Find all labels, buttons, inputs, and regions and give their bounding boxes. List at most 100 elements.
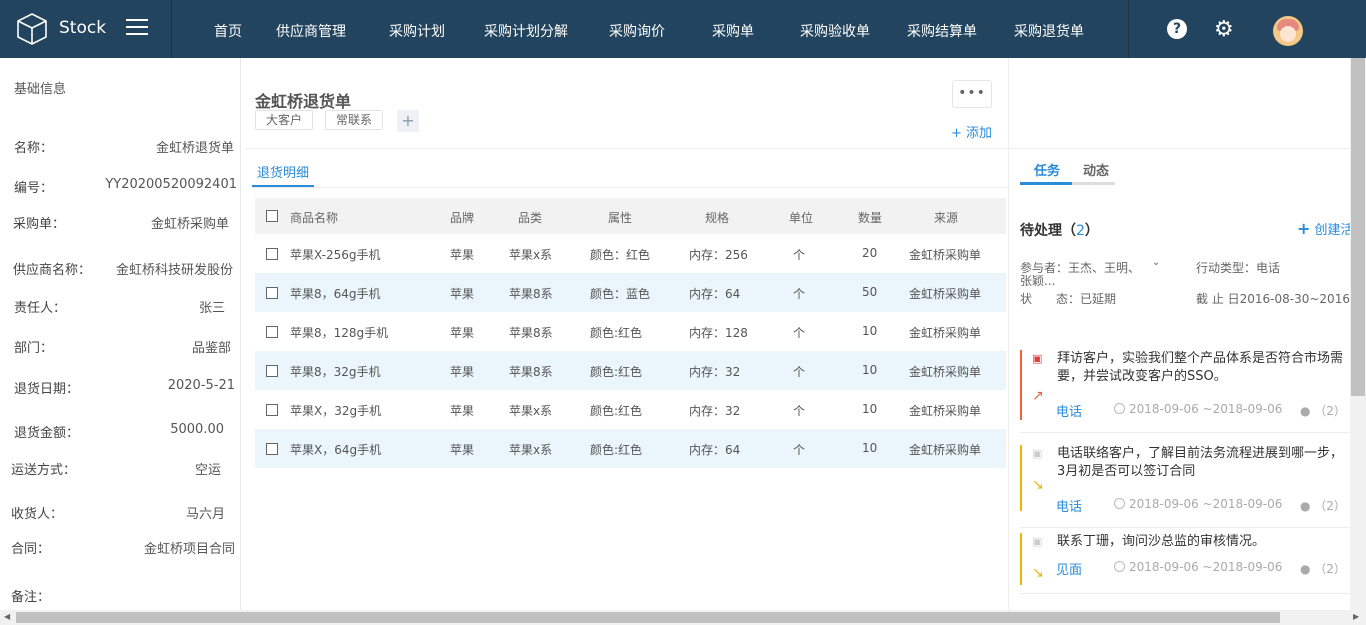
cell-unit: 个 [793, 443, 806, 457]
nav-item-plan-split[interactable]: 采购计划分解 [484, 21, 568, 41]
vertical-scrollbar[interactable] [1350, 58, 1366, 610]
cell-category: 苹果8系 [509, 326, 553, 340]
cell-category: 苹果x系 [509, 443, 553, 457]
add-link[interactable]: + 添加 [951, 122, 992, 141]
avatar[interactable] [1273, 16, 1303, 46]
field-label-shipping: 运送方式： [11, 463, 77, 478]
task-time: 2018-09-06 ~2018-09-06 [1114, 497, 1282, 511]
row-checkbox[interactable] [266, 365, 278, 377]
cell-spec: 内存：256 [689, 248, 748, 262]
tab-activity-underline [1072, 182, 1115, 185]
field-label-remark: 备注： [11, 590, 51, 605]
table-row[interactable]: 苹果X-256g手机 苹果 苹果x系 颜色：红色 内存：256 个 20 金虹桥采购单 [255, 234, 1006, 273]
task-card[interactable]: ▣ ↘ 电话联络客户，了解目前法务流程进展到哪一步，3月初是否可以签订合同电话 201… [1020, 445, 1351, 545]
tab-divider [252, 187, 1008, 188]
task-priority-bar [1020, 533, 1022, 585]
cell-qty: 10 [862, 363, 878, 377]
clock-icon [1114, 403, 1125, 414]
comment-icon: ● [1300, 499, 1315, 513]
task-priority-bar [1020, 350, 1022, 420]
task-type[interactable]: 电话 [1056, 496, 1082, 515]
cell-spec: 内存：64 [689, 443, 741, 457]
field-label-department: 部门： [14, 341, 54, 356]
nav-item-home[interactable]: 首页 [214, 21, 242, 41]
nav-item-plan[interactable]: 采购计划 [389, 21, 445, 41]
cell-unit: 个 [793, 326, 806, 340]
field-label-amount: 退货金额： [14, 426, 80, 441]
cube-logo-icon [17, 13, 47, 45]
comment-icon: ● [1300, 562, 1315, 576]
hamburger-menu-icon[interactable] [126, 19, 148, 37]
cell-source: 金虹桥采购单 [909, 365, 982, 379]
scroll-right-icon[interactable]: ▶ [1353, 612, 1359, 621]
task-time: 2018-09-06 ~2018-09-06 [1114, 560, 1282, 574]
tab-activity[interactable]: 动态 [1083, 160, 1109, 179]
pending-label: 待处理（ [1020, 223, 1076, 239]
nav-item-settlement[interactable]: 采购结算单 [907, 21, 977, 41]
deadline: 截 止 日2016-08-30~2016-0 [1196, 292, 1362, 306]
tab-return-detail[interactable]: 退货明细 [257, 162, 309, 181]
task-text: 电话联络客户，了解目前法务流程进展到哪一步，3月初是否可以签订合同 [1057, 446, 1344, 479]
row-checkbox[interactable] [266, 287, 278, 299]
task-comments[interactable]: ● （2） [1300, 560, 1346, 577]
task-panel: 任务 动态 待处理（2） + 创建活 参与者：王杰、王明、 ⌄ 张颖... 行动… [1008, 58, 1362, 610]
add-tag-button[interactable]: + [397, 110, 419, 132]
select-all-checkbox[interactable] [266, 210, 278, 222]
horizontal-scroll-thumb[interactable] [16, 612, 1280, 623]
field-value-receiver: 马六月 [185, 507, 225, 522]
comment-icon: ● [1300, 404, 1315, 418]
field-value-shipping: 空运 [194, 463, 221, 478]
task-type[interactable]: 电话 [1056, 401, 1082, 420]
nav-item-acceptance[interactable]: 采购验收单 [800, 21, 870, 41]
field-label-receiver: 收货人： [11, 507, 64, 522]
task-doc-icon: ▣ [1032, 447, 1043, 460]
cell-brand: 苹果 [450, 404, 475, 418]
arrow-down-right-icon: ↘ [1032, 477, 1044, 493]
pending-close: ） [1084, 223, 1099, 239]
task-doc-icon: ▣ [1032, 352, 1043, 365]
gear-icon[interactable]: ⚙ [1214, 19, 1236, 41]
cell-source: 金虹桥采购单 [909, 404, 982, 418]
table-row[interactable]: 苹果8，128g手机 苹果 苹果8系 颜色:红色 内存：128 个 10 金虹桥采购单 [255, 312, 1006, 351]
table-row[interactable]: 苹果X，32g手机 苹果 苹果x系 颜色:红色 内存：32 个 10 金虹桥采购单 [255, 390, 1006, 429]
nav-item-return[interactable]: 采购退货单 [1014, 21, 1084, 41]
row-checkbox[interactable] [266, 443, 278, 455]
scroll-left-icon[interactable]: ◀ [4, 612, 10, 621]
cell-category: 苹果8系 [509, 365, 553, 379]
basic-info-title: 基础信息 [14, 82, 67, 97]
action-type: 行动类型：电话 [1196, 261, 1281, 275]
more-button[interactable]: ••• [952, 80, 992, 108]
row-checkbox[interactable] [266, 248, 278, 260]
cell-name: 苹果X，32g手机 [290, 404, 382, 418]
row-checkbox[interactable] [266, 326, 278, 338]
chevron-down-icon[interactable]: ⌄ [1152, 257, 1160, 268]
col-header-unit: 单位 [789, 211, 814, 225]
table-row[interactable]: 苹果8，64g手机 苹果 苹果8系 颜色：蓝色 内存：64 个 50 金虹桥采购单 [255, 273, 1006, 312]
cell-name: 苹果8，128g手机 [290, 326, 389, 340]
cell-attribute: 颜色:红色 [590, 365, 643, 379]
task-type[interactable]: 见面 [1056, 559, 1082, 578]
task-card[interactable]: ▣ ↗ 拜访客户，实验我们整个产品体系是否符合市场需要，并尝试改变客户的SSO。 电话… [1020, 350, 1351, 454]
tag-frequent-contact[interactable]: 常联系 [325, 110, 384, 130]
tag-big-customer[interactable]: 大客户 [255, 110, 314, 130]
cell-category: 苹果x系 [509, 248, 553, 262]
nav-item-order[interactable]: 采购单 [712, 21, 754, 41]
cell-qty: 10 [862, 402, 878, 416]
horizontal-scrollbar[interactable]: ◀ ▶ [0, 610, 1366, 625]
task-time: 2018-09-06 ~2018-09-06 [1114, 402, 1282, 416]
create-activity-link[interactable]: + 创建活 [1297, 219, 1354, 238]
table-row[interactable]: 苹果8，32g手机 苹果 苹果8系 颜色:红色 内存：32 个 10 金虹桥采购单 [255, 351, 1006, 390]
task-comments[interactable]: ● （2） [1300, 497, 1346, 514]
help-icon[interactable]: ? [1167, 19, 1187, 39]
task-time-value: 2018-09-06 ~2018-09-06 [1129, 402, 1283, 416]
task-comments[interactable]: ● （2） [1300, 402, 1346, 419]
table-row[interactable]: 苹果X，64g手机 苹果 苹果x系 颜色:红色 内存：64 个 10 金虹桥采购单 [255, 429, 1006, 468]
vertical-scroll-thumb[interactable] [1351, 58, 1365, 396]
tab-tasks[interactable]: 任务 [1034, 160, 1060, 179]
row-checkbox[interactable] [266, 404, 278, 416]
cell-category: 苹果x系 [509, 404, 553, 418]
tab-tasks-underline [1020, 182, 1072, 185]
nav-item-supplier[interactable]: 供应商管理 [276, 21, 346, 41]
task-card[interactable]: ▣ ↘ 联系丁珊，询问沙总监的审核情况。 见面 2018-09-06 ~2018-09-… [1020, 533, 1351, 619]
nav-item-inquiry[interactable]: 采购询价 [609, 21, 665, 41]
